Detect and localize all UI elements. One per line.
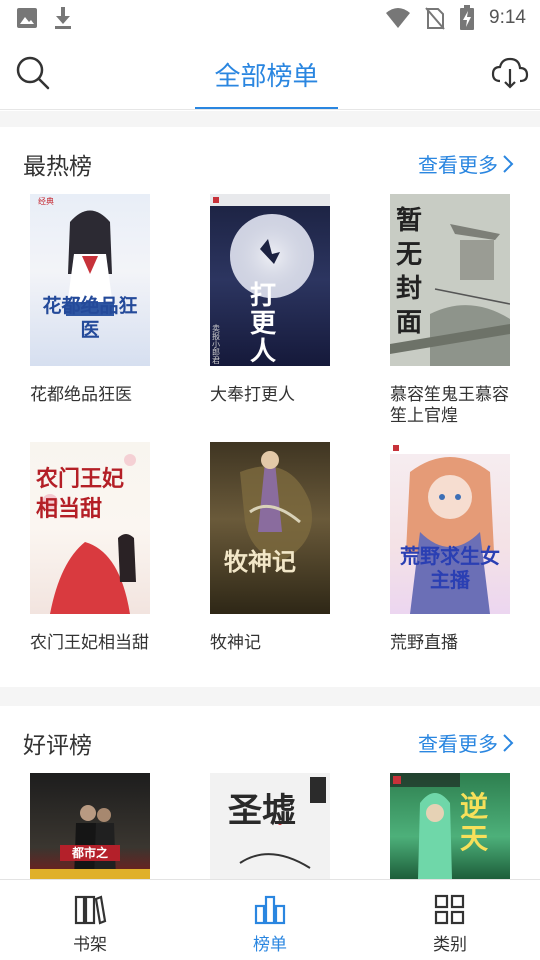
cloud-download-icon <box>491 57 529 89</box>
top-bar: 全部榜单 <box>0 36 540 110</box>
grid-icon <box>434 894 465 925</box>
wifi-icon <box>386 8 411 28</box>
book-cover[interactable]: 圣墟 <box>210 773 330 879</box>
battery-charging-icon <box>460 5 475 30</box>
book-cover[interactable]: 荒野求生女主播 <box>390 442 510 614</box>
book-cover[interactable]: 经典 花都绝品狂医 <box>30 194 150 366</box>
bottom-navigation: 书架 榜单 类别 <box>0 879 540 960</box>
cover-illustration <box>240 451 312 562</box>
nav-categories[interactable]: 类别 <box>360 880 540 960</box>
content-area[interactable]: 最热榜 查看更多 经典 花都绝品狂医 花都绝品狂医 卖报小郎君 打更人 大奉打更… <box>0 111 540 879</box>
svg-text:卖报小郎君: 卖报小郎君 <box>212 324 221 365</box>
status-left <box>16 6 74 30</box>
nav-bookshelf[interactable]: 书架 <box>0 880 180 960</box>
view-more-link[interactable]: 查看更多 <box>418 728 514 757</box>
section-title: 好评榜 <box>23 733 92 759</box>
book-title[interactable]: 花都绝品狂医 <box>30 385 158 406</box>
book-title[interactable]: 大奉打更人 <box>210 385 338 406</box>
search-button[interactable] <box>14 54 52 92</box>
cover-text: 花都绝品狂医 <box>42 295 138 341</box>
chart-bars-icon <box>254 895 286 925</box>
nav-label: 书架 <box>73 935 107 955</box>
cover-text: 都市之 <box>60 845 120 861</box>
cover-text: 逆天 <box>460 790 489 855</box>
cover-text: 荒野求生女主播 <box>400 544 500 592</box>
nav-label: 榜单 <box>253 935 287 955</box>
page-title: 全部榜单 <box>214 62 319 92</box>
book-cover[interactable]: 都市之 <box>30 773 150 879</box>
chevron-right-icon <box>503 154 514 173</box>
section-hot: 最热榜 查看更多 经典 花都绝品狂医 花都绝品狂医 卖报小郎君 打更人 大奉打更… <box>0 127 540 687</box>
book-title[interactable]: 慕容笙鬼王慕容笙上官煌 <box>390 385 518 427</box>
book-cover[interactable]: 农门王妃相当甜 <box>30 442 150 614</box>
view-more-label: 查看更多 <box>418 153 498 177</box>
image-notification-icon <box>17 8 37 28</box>
bookshelf-icon <box>74 895 107 925</box>
book-cover[interactable]: 逆天 <box>390 773 510 879</box>
section-title: 最热榜 <box>23 154 92 180</box>
download-notification-icon <box>55 7 71 29</box>
cover-text: 农门王妃相当甜 <box>36 466 125 522</box>
no-sim-icon <box>425 7 445 30</box>
cover-text: 打更人 <box>250 281 277 366</box>
status-bar: 9:14 <box>0 0 540 36</box>
cloud-download-button[interactable] <box>490 54 530 92</box>
book-title[interactable]: 牧神记 <box>210 633 338 654</box>
chevron-right-icon <box>503 733 514 752</box>
cover-illustration <box>30 805 150 879</box>
search-icon <box>16 56 50 90</box>
book-cover[interactable]: 暂无封面 <box>390 194 510 366</box>
nav-rankings[interactable]: 榜单 <box>180 880 360 960</box>
book-title[interactable]: 农门王妃相当甜 <box>30 633 158 654</box>
cover-text: 牧神记 <box>224 547 296 576</box>
book-title[interactable]: 荒野直播 <box>390 633 518 654</box>
svg-text:经典: 经典 <box>38 196 54 206</box>
status-right: 9:14 <box>385 5 526 31</box>
view-more-label: 查看更多 <box>418 732 498 756</box>
title-underline <box>195 107 338 109</box>
nav-label: 类别 <box>433 935 467 955</box>
section-good-reviews: 好评榜 查看更多 都市之 圣墟 逆天 <box>0 706 540 879</box>
view-more-link[interactable]: 查看更多 <box>418 149 514 178</box>
cover-text: 圣墟 <box>228 791 296 831</box>
book-cover[interactable]: 牧神记 <box>210 442 330 614</box>
book-cover[interactable]: 卖报小郎君 打更人 <box>210 194 330 366</box>
cover-text: 暂无封面 <box>396 206 423 338</box>
status-time: 9:14 <box>489 7 526 28</box>
